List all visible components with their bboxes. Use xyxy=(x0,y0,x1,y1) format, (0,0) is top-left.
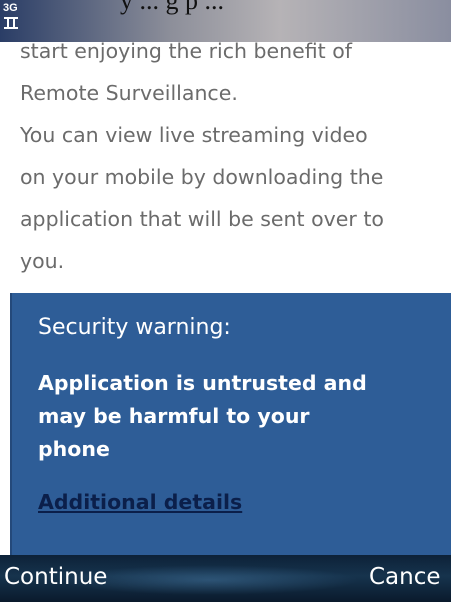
message-body: start enjoying the rich benefit of Remot… xyxy=(20,30,445,282)
body-line: start enjoying the rich benefit of xyxy=(20,39,352,63)
dialog-title: Security warning: xyxy=(38,315,231,340)
body-line: Remote Surveillance. xyxy=(20,81,238,105)
continue-softkey[interactable]: Continue xyxy=(4,564,107,590)
body-line: on your mobile by downloading the xyxy=(20,165,384,189)
cancel-softkey[interactable]: Cance xyxy=(369,564,441,590)
phone-screen: y ... g p ... 3G start enjoying the rich… xyxy=(0,0,451,602)
additional-details-link[interactable]: Additional details xyxy=(38,490,242,514)
dialog-message-line: phone xyxy=(38,437,110,461)
body-line: you. xyxy=(20,249,65,273)
dialog-message: Application is untrusted and may be harm… xyxy=(38,367,438,466)
dialog-message-line: Application is untrusted and xyxy=(38,371,367,395)
status-cut-text: y ... g p ... xyxy=(120,0,224,15)
body-line: You can view live streaming video xyxy=(20,123,368,147)
network-bar-bottom xyxy=(4,27,18,29)
security-warning-dialog: Security warning: Application is untrust… xyxy=(10,293,451,555)
body-line: application that will be sent over to xyxy=(20,207,384,231)
softkey-bar: Continue Cance xyxy=(0,555,451,602)
dialog-message-line: may be harmful to your xyxy=(38,404,310,428)
network-type-label: 3G xyxy=(3,2,18,14)
uplink-arrow-icon xyxy=(7,18,9,27)
downlink-arrow-icon xyxy=(13,18,15,27)
